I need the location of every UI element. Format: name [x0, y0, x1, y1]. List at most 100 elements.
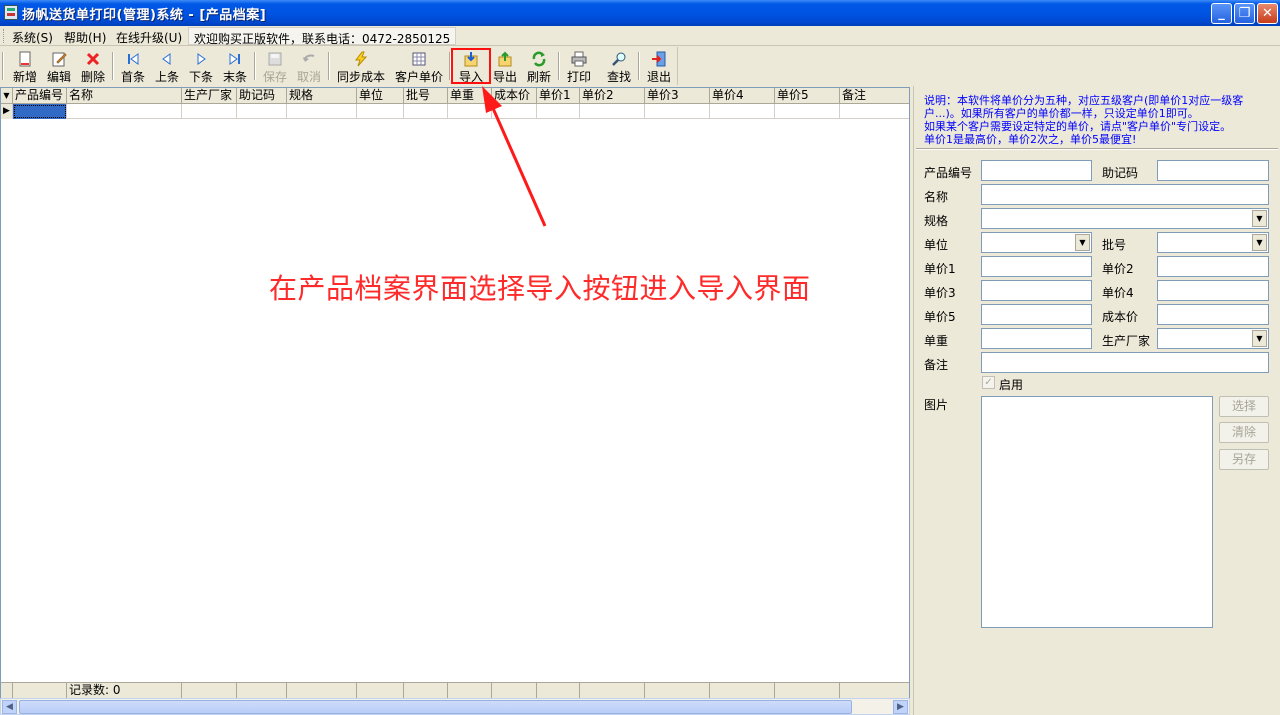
table-cell[interactable] — [357, 104, 404, 119]
enabled-checkbox[interactable]: ✓ — [982, 376, 995, 389]
table-cell[interactable] — [710, 104, 775, 119]
title-bar: 扬帆送货单打印(管理)系统 - [产品档案] _ ❐ ✕ — [0, 0, 1280, 26]
table-cell[interactable] — [775, 104, 840, 119]
table-cell[interactable] — [840, 104, 909, 119]
export-icon — [498, 51, 512, 67]
exit-button[interactable]: 退出 — [644, 49, 674, 84]
select-picture-button[interactable]: 选择 — [1219, 396, 1269, 417]
footer-cell — [775, 683, 840, 699]
price2-field[interactable] — [1157, 256, 1269, 277]
sync-cost-button[interactable]: 同步成本 — [334, 49, 388, 84]
prev-record-button[interactable]: 上条 — [152, 49, 182, 84]
price-table-icon — [412, 52, 426, 66]
menu-online-upgrade[interactable]: 在线升级(U) — [116, 29, 182, 46]
menu-bar: 系统(S) 帮助(H) 在线升级(U) 欢迎购买正版软件，联系电话：0472-2… — [0, 26, 1280, 46]
clear-picture-button[interactable]: 清除 — [1219, 422, 1269, 443]
edit-button[interactable]: 编辑 — [44, 49, 74, 84]
record-count: 记录数: 0 — [67, 683, 182, 699]
batch-select[interactable]: ▼ — [1157, 232, 1269, 253]
scroll-left-arrow-icon[interactable]: ◀ — [2, 700, 17, 714]
chevron-down-icon[interactable]: ▼ — [1252, 330, 1267, 347]
col-price2[interactable]: 单价2 — [580, 88, 645, 104]
col-price5[interactable]: 单价5 — [775, 88, 840, 104]
remark-field[interactable] — [981, 352, 1269, 373]
next-record-icon — [197, 53, 206, 65]
table-cell[interactable] — [645, 104, 710, 119]
table-row[interactable]: ▶ — [1, 104, 909, 119]
unit-select[interactable]: ▼ — [981, 232, 1092, 253]
spec-select[interactable]: ▼ — [981, 208, 1269, 229]
export-button[interactable]: 导出 — [490, 49, 520, 84]
footer-cell — [404, 683, 448, 699]
app-icon — [4, 5, 18, 20]
refresh-button[interactable]: 刷新 — [524, 49, 554, 84]
col-name[interactable]: 名称 — [67, 88, 182, 104]
save-as-picture-button[interactable]: 另存 — [1219, 449, 1269, 470]
col-batch[interactable]: 批号 — [404, 88, 448, 104]
menu-help[interactable]: 帮助(H) — [64, 29, 106, 46]
col-price3[interactable]: 单价3 — [645, 88, 710, 104]
footer-cell — [357, 683, 404, 699]
price2-label: 单价2 — [1102, 262, 1134, 276]
table-cell[interactable] — [182, 104, 237, 119]
price3-field[interactable] — [981, 280, 1092, 301]
spec-label: 规格 — [924, 214, 949, 228]
picture-box[interactable] — [981, 396, 1213, 628]
col-mnemonic[interactable]: 助记码 — [237, 88, 287, 104]
current-row-indicator: ▶ — [1, 104, 13, 119]
price4-field[interactable] — [1157, 280, 1269, 301]
horizontal-scrollbar[interactable]: ◀ ▶ — [0, 698, 910, 715]
table-cell[interactable] — [237, 104, 287, 119]
mnemonic-label: 助记码 — [1102, 166, 1139, 180]
exit-icon — [652, 51, 666, 67]
chevron-down-icon[interactable]: ▼ — [1075, 234, 1090, 251]
table-cell[interactable] — [67, 104, 182, 119]
first-record-button[interactable]: 首条 — [118, 49, 148, 84]
row-indicator-header: ▼ — [1, 88, 13, 104]
table-cell[interactable] — [580, 104, 645, 119]
edit-icon — [52, 52, 67, 67]
scroll-right-arrow-icon[interactable]: ▶ — [893, 700, 908, 714]
chevron-down-icon[interactable]: ▼ — [1252, 234, 1267, 251]
cost-field[interactable] — [1157, 304, 1269, 325]
save-button[interactable]: 保存 — [260, 49, 290, 84]
menu-grip — [3, 29, 6, 43]
product-grid[interactable]: ▼ 产品编号 名称 生产厂家 助记码 规格 单位 批号 单重 成本价 单价1 单… — [0, 87, 910, 699]
last-record-button[interactable]: 末条 — [220, 49, 250, 84]
col-spec[interactable]: 规格 — [287, 88, 357, 104]
cancel-button[interactable]: 取消 — [294, 49, 324, 84]
manufacturer-select[interactable]: ▼ — [1157, 328, 1269, 349]
footer-cell — [645, 683, 710, 699]
detail-panel: 说明：本软件将单价分为五种，对应五级客户(即单价1对应一级客户...)。如果所有… — [913, 86, 1280, 715]
col-manufacturer[interactable]: 生产厂家 — [182, 88, 237, 104]
col-product-code[interactable]: 产品编号 — [13, 88, 67, 104]
price5-field[interactable] — [981, 304, 1092, 325]
print-button[interactable]: 打印 — [564, 49, 594, 84]
footer-cell — [492, 683, 537, 699]
name-field[interactable] — [981, 184, 1269, 205]
col-price4[interactable]: 单价4 — [710, 88, 775, 104]
customer-price-button[interactable]: 客户单价 — [392, 49, 446, 84]
restore-button[interactable]: ❐ — [1234, 3, 1255, 24]
footer-cell — [537, 683, 580, 699]
find-button[interactable]: 查找 — [604, 49, 634, 84]
toolbar-separator — [558, 52, 560, 80]
close-button[interactable]: ✕ — [1257, 3, 1278, 24]
price1-field[interactable] — [981, 256, 1092, 277]
selected-cell[interactable] — [13, 104, 67, 119]
table-cell[interactable] — [404, 104, 448, 119]
weight-field[interactable] — [981, 328, 1092, 349]
save-icon — [268, 52, 282, 66]
minimize-button[interactable]: _ — [1211, 3, 1232, 24]
product-code-field[interactable] — [981, 160, 1092, 181]
col-unit[interactable]: 单位 — [357, 88, 404, 104]
next-record-button[interactable]: 下条 — [186, 49, 216, 84]
scrollbar-thumb[interactable] — [19, 700, 852, 714]
chevron-down-icon[interactable]: ▼ — [1252, 210, 1267, 227]
delete-button[interactable]: 删除 — [78, 49, 108, 84]
mnemonic-field[interactable] — [1157, 160, 1269, 181]
new-button[interactable]: 新增 — [10, 49, 40, 84]
menu-system[interactable]: 系统(S) — [12, 29, 53, 46]
table-cell[interactable] — [287, 104, 357, 119]
col-remark[interactable]: 备注 — [840, 88, 909, 104]
